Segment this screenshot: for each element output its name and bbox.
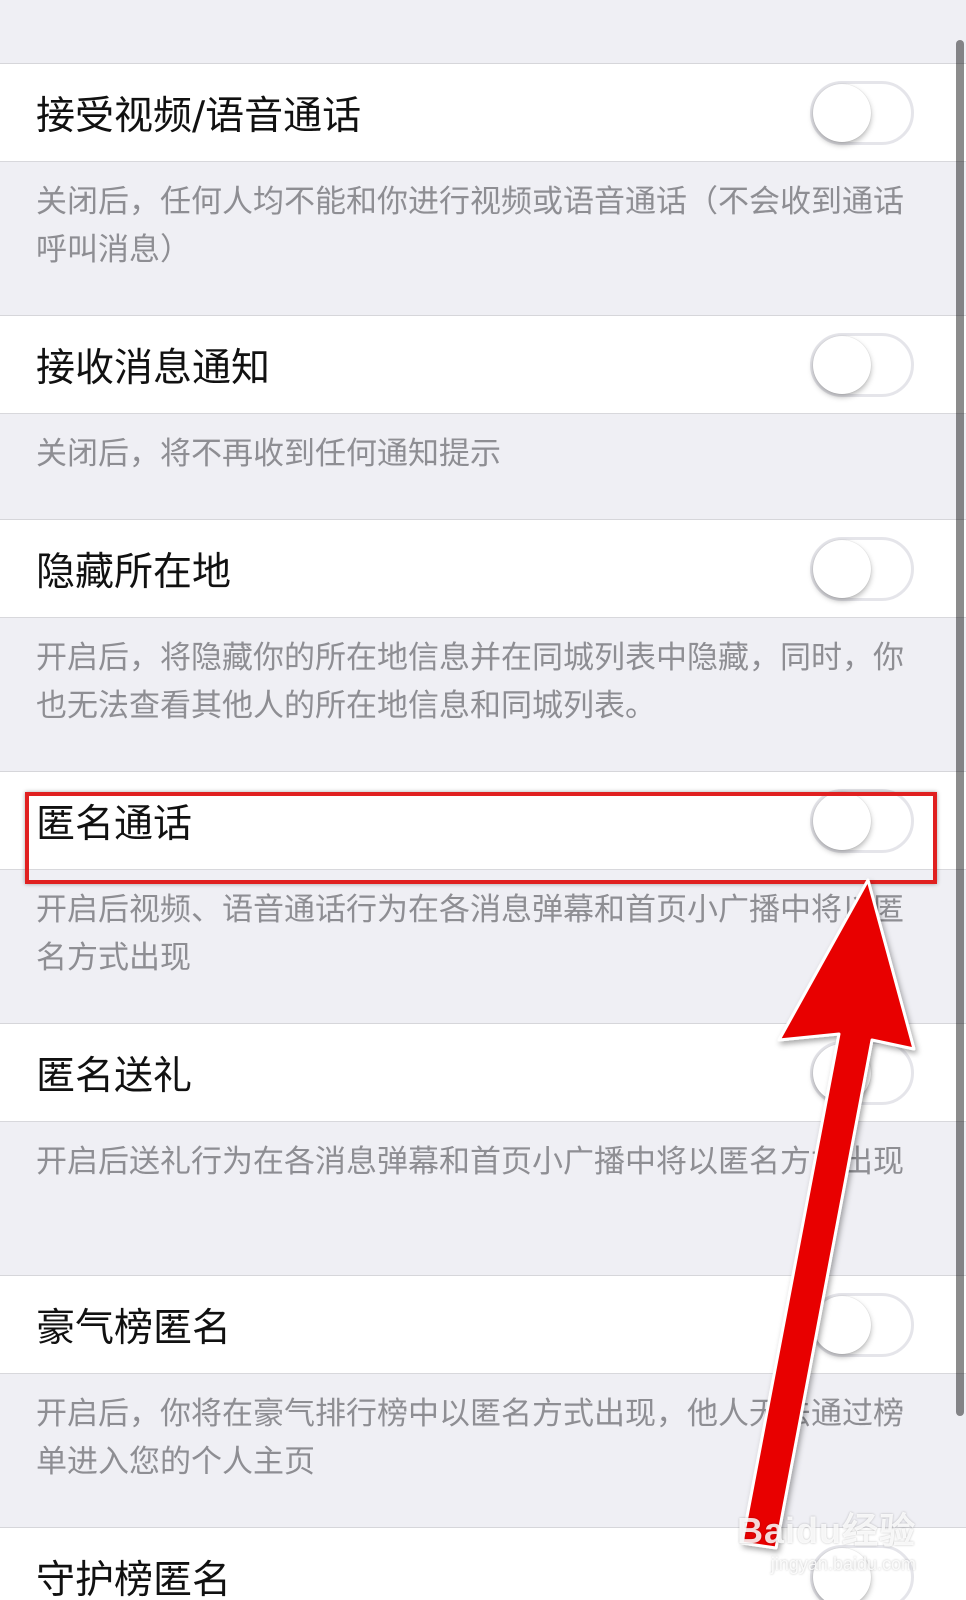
toggle-knob [813, 1295, 871, 1354]
hide-location-toggle[interactable] [810, 536, 914, 601]
setting-row-anonymous-gift[interactable]: 匿名送礼 [0, 1024, 966, 1122]
setting-row-anonymous-call[interactable]: 匿名通话 [0, 772, 966, 870]
toggle-knob [813, 791, 871, 850]
setting-label: 隐藏所在地 [36, 549, 232, 595]
setting-label: 接收消息通知 [36, 345, 271, 391]
anonymous-call-toggle[interactable] [810, 788, 914, 853]
privacy-settings-page: 接受视频/语音通话 关闭后，任何人均不能和你进行视频或语音通话（不会收到通话呼叫… [0, 0, 966, 1600]
watermark-main: Baidu经验 [736, 1510, 916, 1551]
toggle-knob [813, 539, 871, 598]
setting-description: 开启后送礼行为在各消息弹幕和首页小广播中将以匿名方式出现 [0, 1122, 966, 1276]
scrollbar[interactable] [956, 40, 964, 1416]
setting-description: 开启后视频、语音通话行为在各消息弹幕和首页小广播中将以匿名方式出现 [0, 870, 966, 1024]
notifications-toggle[interactable] [810, 332, 914, 397]
setting-row-video-call[interactable]: 接受视频/语音通话 [0, 64, 966, 162]
anonymous-gift-toggle[interactable] [810, 1040, 914, 1105]
rich-rank-anonymous-toggle[interactable] [810, 1292, 914, 1357]
setting-row-rich-rank-anonymous[interactable]: 豪气榜匿名 [0, 1276, 966, 1374]
setting-description: 关闭后，任何人均不能和你进行视频或语音通话（不会收到通话呼叫消息） [0, 162, 966, 316]
setting-label: 守护榜匿名 [36, 1557, 232, 1600]
setting-row-hide-location[interactable]: 隐藏所在地 [0, 520, 966, 618]
watermark-sub: jingyan.baidu.com [770, 1554, 916, 1574]
setting-label: 豪气榜匿名 [36, 1305, 232, 1351]
setting-label: 接受视频/语音通话 [36, 93, 362, 139]
setting-description: 关闭后，将不再收到任何通知提示 [0, 414, 966, 520]
toggle-knob [813, 1043, 871, 1102]
top-spacer [0, 0, 966, 64]
toggle-knob [813, 83, 871, 142]
setting-label: 匿名通话 [36, 801, 193, 847]
video-call-toggle[interactable] [810, 80, 914, 145]
setting-label: 匿名送礼 [36, 1053, 193, 1099]
baidu-watermark: Baidu经验 jingyan.baidu.com [737, 1502, 916, 1575]
setting-row-notifications[interactable]: 接收消息通知 [0, 316, 966, 414]
setting-description: 开启后，将隐藏你的所在地信息并在同城列表中隐藏，同时，你也无法查看其他人的所在地… [0, 618, 966, 772]
toggle-knob [813, 335, 871, 394]
